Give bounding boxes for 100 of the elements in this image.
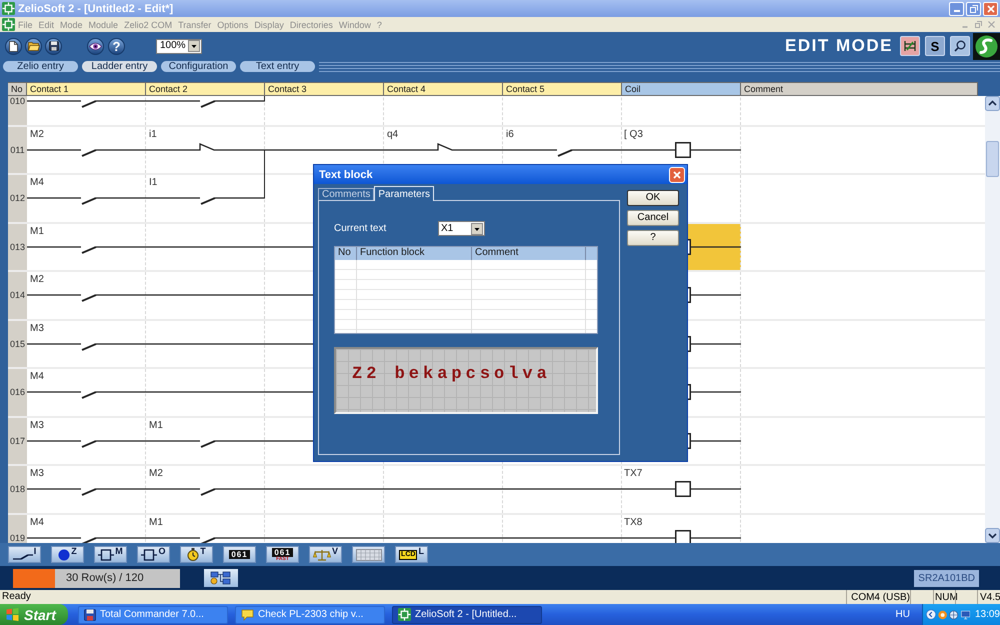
minimize-button[interactable] [949,2,964,16]
contact-label: M3 [30,324,44,334]
clock: 13:09 [974,609,1000,620]
coil-label: TX8 [624,518,642,528]
current-text-dropdown[interactable]: X1 [438,221,485,236]
new-button[interactable] [5,38,22,54]
module-label: SR2A101BD [914,570,979,586]
row-number: 016 [8,369,27,416]
coil-icon [98,548,114,560]
monitor-icon[interactable] [960,608,970,620]
ladder-icon [904,40,916,52]
scrollbar-thumb[interactable] [986,141,999,177]
tab[interactable]: Text entry [240,61,315,72]
speech-bubble-icon [241,608,254,620]
dialog-tab[interactable]: Comments [318,188,374,200]
contact-label: I1 [149,178,158,189]
row-number: 010 [8,96,27,124]
help-button[interactable]: ? [108,38,125,54]
column-header: Coil [622,82,741,96]
logo-icon [973,32,1000,60]
cancel-button[interactable]: Cancel [627,210,679,226]
row-number: 015 [8,320,27,367]
row-number: 014 [8,272,27,318]
close-button[interactable] [983,2,998,16]
column-header: Contact 3 [265,82,384,96]
counter-tool-button[interactable]: 061 [223,546,256,563]
restore-button[interactable] [966,2,981,16]
contact-label: M4 [30,518,44,528]
status-version: V4.5 [979,590,1000,604]
windows-flag-icon [6,608,19,621]
lcd-text: Z2 bekapcsolva [352,365,551,384]
contact-label: M1 [30,226,44,238]
ladder-mode-button[interactable] [900,36,920,56]
document-icon [9,40,18,52]
circle-icon [58,548,70,560]
close-icon [673,170,681,178]
window-title: ZelioSoft 2 - [Untitled2 - Edit*] [18,2,174,14]
scroll-up-icon[interactable] [985,96,1000,111]
app-icon [2,18,15,31]
status-num: NUM [934,590,958,604]
close-button[interactable] [669,166,685,182]
tab[interactable]: Zelio entry [3,61,78,72]
zoom-dropdown[interactable]: 100% [156,38,202,54]
row-number: 013 [8,224,27,270]
contact-label: M3 [30,469,44,480]
relay-tool-button[interactable]: M [94,546,127,563]
row-number: 019 [8,514,27,543]
contact-label: M1 [149,518,163,528]
ring-icon[interactable] [938,608,948,620]
contact-tool-button[interactable]: I [8,546,41,563]
taskbar-button[interactable]: Check PL-2303 chip v... [235,606,385,624]
dialog-title: Text block [319,168,373,180]
minimize-icon [954,10,960,12]
status-message: Ready [1,590,31,604]
taskbar-button[interactable]: ZelioSoft 2 - [Untitled... [392,606,542,624]
ok-button[interactable]: OK [627,190,679,206]
compare-tool-button[interactable]: V [309,546,342,563]
open-button[interactable] [25,38,42,54]
stopwatch-icon [187,548,200,561]
key-tool-button[interactable]: Z [51,546,84,563]
taskbar-button[interactable]: Total Commander 7.0... [78,606,228,624]
network-button[interactable] [204,569,238,587]
scale-icon [312,548,331,560]
chevron-icon[interactable] [926,608,936,621]
row-number: 018 [8,466,27,512]
column-header: Contact 5 [503,82,622,96]
close-icon [986,4,994,12]
contact-label: i1 [149,130,157,140]
contact-label: M4 [30,178,44,189]
scroll-down-icon[interactable] [985,528,1000,543]
eye-icon [89,42,102,50]
current-text-label: Current text [334,223,388,234]
output-tool-button[interactable]: O [137,546,170,563]
contact-label: M2 [149,469,163,480]
coil-icon [141,548,158,560]
column-header: Contact 4 [384,82,503,96]
app-icon [2,2,15,15]
floppy-icon [48,41,58,51]
save-button[interactable] [45,38,62,54]
help-button[interactable]: ? [627,230,679,246]
simulation-mode-button[interactable]: S [925,36,945,56]
start-button[interactable]: Start [0,604,68,625]
language-indicator[interactable]: HU [896,609,910,620]
view-button[interactable] [87,38,104,54]
vertical-scrollbar[interactable] [985,96,1000,543]
timer-tool-button[interactable]: T [180,546,213,563]
contact-label: i6 [506,130,514,140]
folder-icon [28,41,40,51]
search-button[interactable] [950,36,970,56]
column-header: Comment [741,82,978,96]
text-tool-button[interactable] [352,546,385,563]
coil-cell[interactable]: TX7 [622,466,741,512]
tab[interactable]: Configuration [161,61,236,72]
contact-label: M4 [30,372,44,383]
tab[interactable]: Ladder entry [82,61,157,72]
grid-icon [356,548,382,560]
globe-icon[interactable] [949,608,959,620]
row-number: 012 [8,175,27,222]
app-icon [398,608,411,621]
dialog-tab[interactable]: Parameters [374,186,434,201]
